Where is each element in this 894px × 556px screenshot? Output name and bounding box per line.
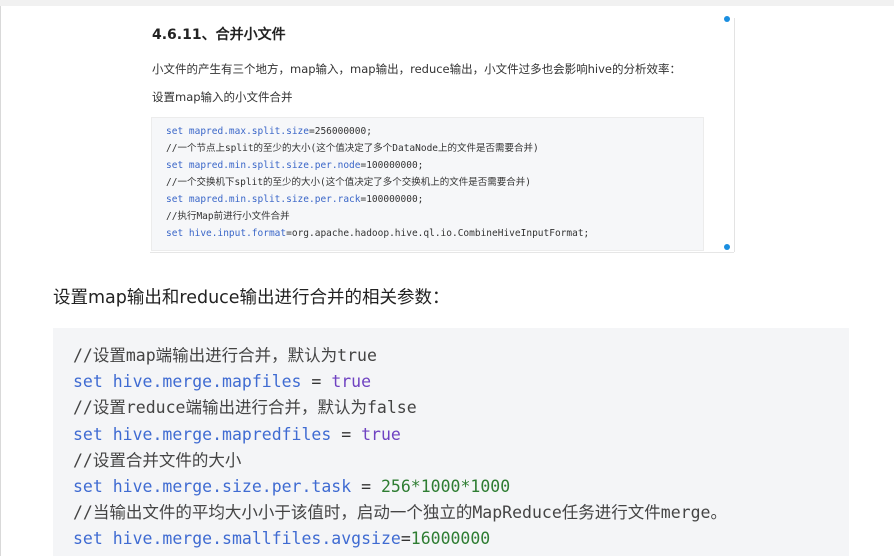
doc-code-line: set mapred.max.split.size=256000000; bbox=[166, 126, 372, 137]
doc-intro-paragraph: 小文件的产生有三个地方，map输入，map输出，reduce输出，小文件过多也会… bbox=[152, 62, 681, 76]
doc-subheading: 设置map输入的小文件合并 bbox=[152, 90, 293, 104]
doc-code-line: set mapred.min.split.size.per.node=10000… bbox=[166, 160, 424, 171]
code-comment: //设置map端输出进行合并，默认为true bbox=[73, 346, 377, 365]
doc-code-comment: //一个交换机下split的至少的大小(这个值决定了多个交换机上的文件是否需要合… bbox=[166, 177, 531, 188]
code-line: set hive.merge.size.per.task = 256*1000*… bbox=[73, 476, 511, 496]
section-heading: 设置map输出和reduce输出进行合并的相关参数： bbox=[53, 288, 450, 308]
doc-code-lines: set mapred.max.split.size=256000000; //一… bbox=[166, 123, 589, 242]
code-comment: //设置reduce端输出进行合并，默认为false bbox=[73, 398, 417, 418]
snapshot-right-border bbox=[734, 18, 735, 252]
doc-code-comment: //一个节点上split的至少的大小(这个值决定了多个DataNode上的文件是… bbox=[166, 143, 539, 154]
doc-code-line: set hive.input.format=org.apache.hadoop.… bbox=[166, 228, 590, 239]
left-border bbox=[0, 6, 1, 556]
selection-handle-top[interactable] bbox=[724, 16, 730, 22]
code-comment: //当输出文件的平均大小小于该值时，启动一个独立的MapReduce任务进行文件… bbox=[73, 503, 727, 523]
top-strip bbox=[0, 0, 894, 6]
doc-code-comment: //执行Map前进行小文件合并 bbox=[166, 211, 290, 222]
code-lines: //设置map端输出进行合并，默认为true set hive.merge.ma… bbox=[73, 343, 727, 553]
code-line: set hive.merge.mapfiles = true bbox=[73, 372, 372, 392]
doc-code-line: set mapred.min.split.size.per.rack=10000… bbox=[166, 194, 424, 205]
code-line: set hive.merge.mapredfiles = true bbox=[73, 424, 401, 444]
doc-section-title: 4.6.11、合并小文件 bbox=[152, 27, 286, 43]
snapshot-bottom-border bbox=[150, 252, 734, 253]
code-line: set hive.merge.smallfiles.avgsize=160000… bbox=[73, 529, 491, 549]
code-comment: //设置合并文件的大小 bbox=[73, 450, 242, 470]
selection-handle-bottom[interactable] bbox=[724, 244, 730, 250]
